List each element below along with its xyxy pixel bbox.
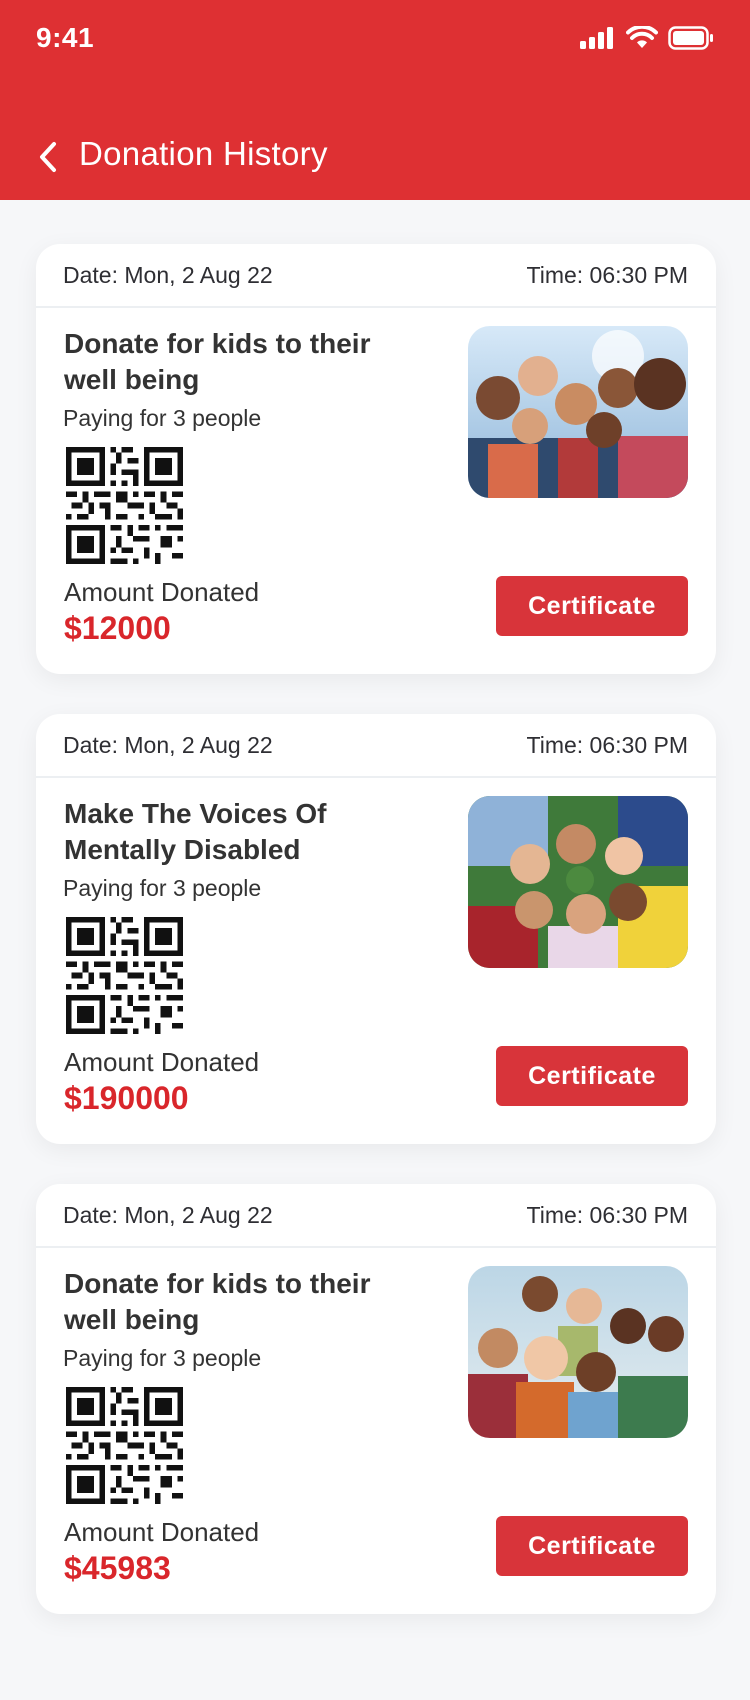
card-header: Date: Mon, 2 Aug 22 Time: 06:30 PM [36, 1184, 716, 1248]
signal-icon [580, 27, 613, 49]
donation-list: Date: Mon, 2 Aug 22 Time: 06:30 PM Donat… [36, 244, 716, 1654]
back-chevron-icon[interactable] [32, 130, 68, 184]
qr-code-icon [66, 1387, 183, 1504]
donation-card: Date: Mon, 2 Aug 22 Time: 06:30 PM Donat… [36, 244, 716, 674]
donation-title: Donate for kids to their well being [64, 1268, 371, 1335]
donation-date: Date: Mon, 2 Aug 22 [63, 261, 273, 288]
paying-for-text: Paying for 3 people [63, 405, 262, 431]
page-title: Donation History [79, 135, 328, 172]
amount-value: $45983 [64, 1550, 171, 1586]
donation-card: Date: Mon, 2 Aug 22 Time: 06:30 PM Make … [36, 714, 716, 1144]
amount-value: $190000 [64, 1080, 189, 1116]
certificate-button[interactable]: Certificate [496, 1046, 688, 1106]
kids-laughing-photo [468, 1266, 688, 1438]
wifi-icon [626, 26, 658, 48]
battery-icon [668, 26, 713, 50]
donation-time: Time: 06:30 PM [526, 731, 688, 758]
paying-for-text: Paying for 3 people [63, 1345, 262, 1371]
kids-group-photo [468, 326, 688, 498]
qr-code-icon [66, 917, 183, 1034]
certificate-button[interactable]: Certificate [496, 1516, 688, 1576]
donation-title: Donate for kids to their well being [64, 328, 371, 395]
donation-card: Date: Mon, 2 Aug 22 Time: 06:30 PM Donat… [36, 1184, 716, 1614]
amount-label: Amount Donated [64, 1517, 260, 1547]
card-header: Date: Mon, 2 Aug 22 Time: 06:30 PM [36, 714, 716, 778]
qr-code-icon [66, 447, 183, 564]
paying-for-text: Paying for 3 people [63, 875, 262, 901]
app-header: 9:41 Donation History [0, 0, 750, 200]
donation-date: Date: Mon, 2 Aug 22 [63, 731, 273, 758]
amount-value: $12000 [64, 610, 171, 646]
amount-label: Amount Donated [64, 1047, 260, 1077]
donation-date: Date: Mon, 2 Aug 22 [63, 1201, 273, 1228]
donation-title: Make The Voices Of Mentally Disabled [64, 798, 327, 865]
donation-time: Time: 06:30 PM [526, 1201, 688, 1228]
card-header: Date: Mon, 2 Aug 22 Time: 06:30 PM [36, 244, 716, 308]
amount-label: Amount Donated [64, 577, 260, 607]
certificate-button[interactable]: Certificate [496, 576, 688, 636]
kids-circle-photo [468, 796, 688, 968]
status-icons [580, 26, 714, 50]
donation-time: Time: 06:30 PM [526, 261, 688, 288]
status-time: 9:41 [36, 22, 95, 53]
